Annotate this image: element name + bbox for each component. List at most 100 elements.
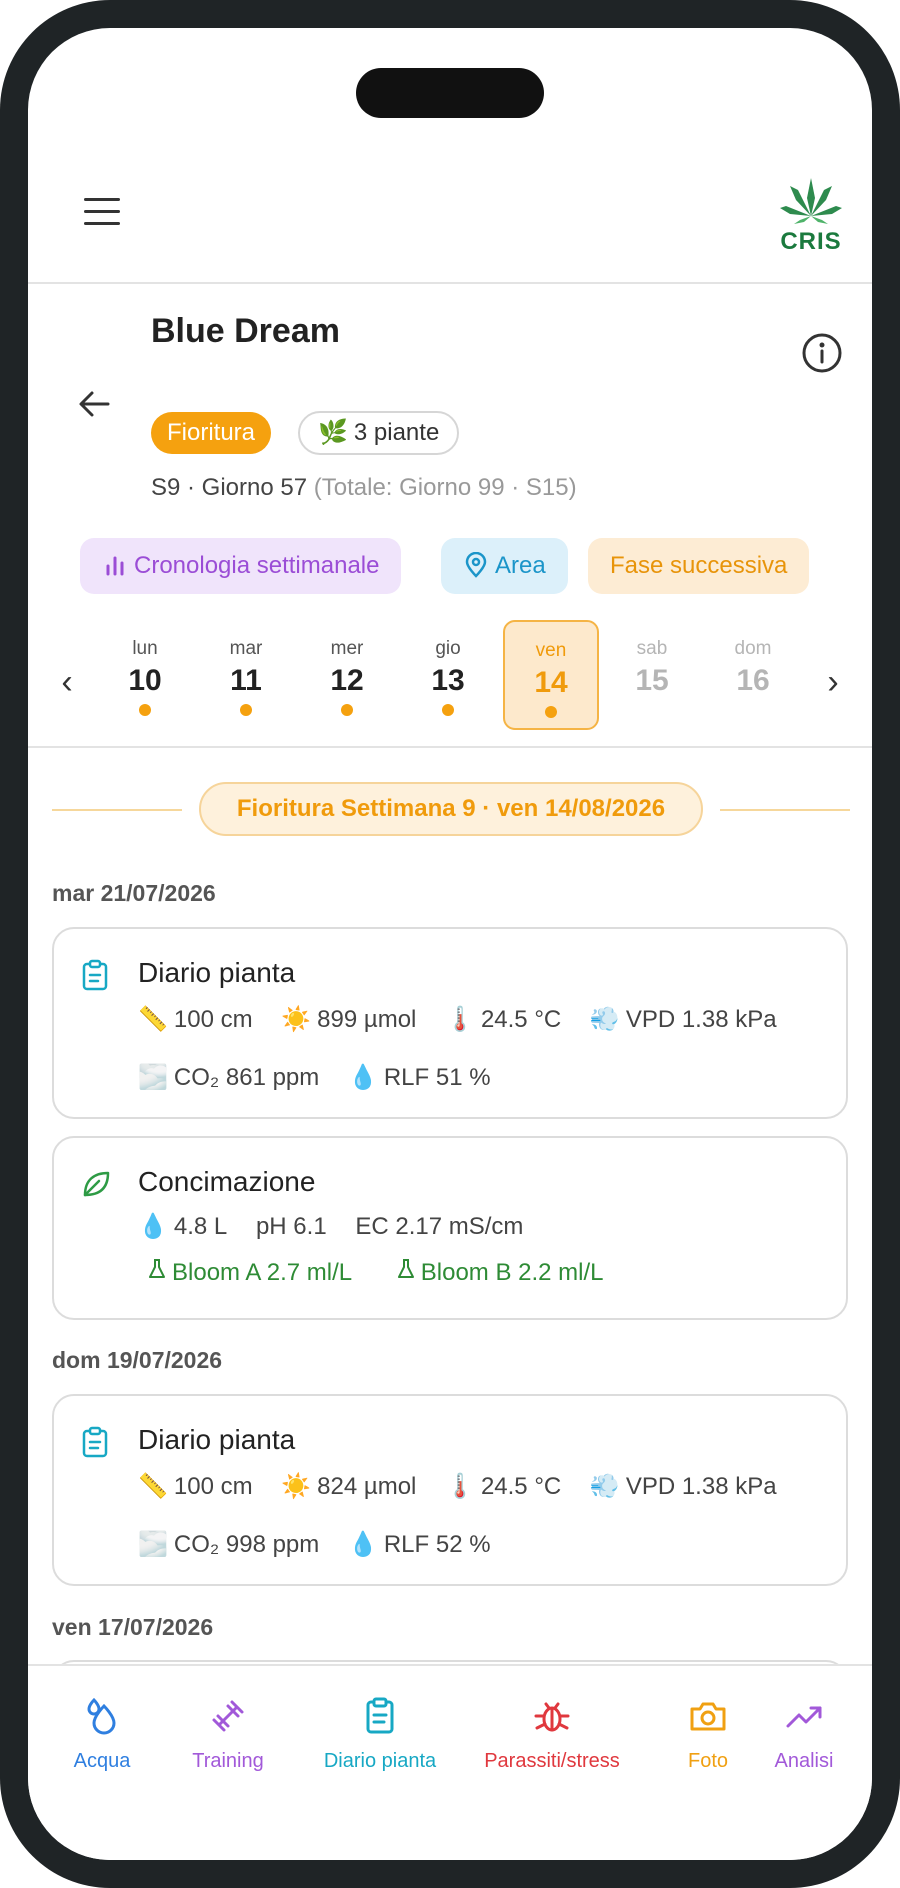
nav-label: Parassiti/stress bbox=[484, 1750, 620, 1772]
fog-icon: 🌫️ bbox=[138, 1064, 168, 1091]
phase-badge: Fioritura bbox=[151, 412, 272, 454]
fertilization-card[interactable]: Concimazione 💧 4.8 L pH 6.1 EC 2.17 mS/cm… bbox=[52, 1136, 848, 1320]
card-title: Diario pianta bbox=[138, 957, 296, 988]
nav-water[interactable]: Acqua bbox=[52, 1696, 152, 1773]
co2-value: CO₂ 861 ppm bbox=[173, 1064, 320, 1091]
nav-photo[interactable]: Foto bbox=[668, 1696, 748, 1773]
nav-analysis[interactable]: Analisi bbox=[754, 1696, 854, 1773]
day-name: sab bbox=[636, 638, 668, 659]
day-fri-selected[interactable]: ven 14 bbox=[503, 620, 599, 730]
water-drops-icon bbox=[87, 1697, 116, 1735]
area-chip-label: Area bbox=[495, 552, 546, 579]
back-arrow-icon[interactable] bbox=[72, 382, 116, 426]
day-thu[interactable]: gio 13 bbox=[400, 620, 496, 730]
nav-training[interactable]: Training bbox=[168, 1696, 288, 1773]
day-number: 16 bbox=[736, 664, 770, 697]
day-name: mer bbox=[330, 638, 364, 659]
metrics-row: 📏 100 cm ☀️ 899 µmol 🌡️ 24.5 °C 💨 VPD 1.38 k… bbox=[138, 1005, 799, 1034]
droplet-icon: 💧 bbox=[347, 1531, 378, 1558]
nav-label: Diario pianta bbox=[323, 1750, 437, 1772]
day-number: 10 bbox=[128, 664, 162, 697]
clipboard-icon bbox=[80, 1426, 110, 1458]
droplet-icon: 💧 bbox=[138, 1213, 168, 1240]
day-name: lun bbox=[132, 638, 158, 659]
nav-label: Foto bbox=[687, 1750, 729, 1772]
cris-logo: CRIS bbox=[778, 176, 844, 255]
divider bbox=[52, 809, 182, 811]
plant-diary-card[interactable]: Diario pianta 📏 100 cm ☀️ 899 µmol 🌡️ 24.5 … bbox=[52, 927, 848, 1119]
day-wed[interactable]: mer 12 bbox=[299, 620, 395, 730]
temperature-value: 24.5 °C bbox=[480, 1006, 562, 1033]
day-name: ven bbox=[535, 640, 567, 661]
nav-plant-diary[interactable]: Diario pianta bbox=[300, 1696, 460, 1773]
location-pin-icon bbox=[465, 551, 487, 578]
hamburger-menu-icon[interactable] bbox=[84, 198, 120, 228]
card-title: Concimazione bbox=[138, 1166, 316, 1197]
dynamic-island bbox=[356, 68, 544, 118]
day-name: mar bbox=[229, 638, 263, 659]
volume-value: 4.8 L bbox=[173, 1213, 228, 1240]
next-phase-chip[interactable]: Fase successiva bbox=[588, 538, 810, 594]
plant-diary-card[interactable]: Diario pianta 📏 100 cm ☀️ 824 µmol 🌡️ 24.5 … bbox=[52, 1394, 848, 1586]
day-tue[interactable]: mar 11 bbox=[198, 620, 294, 730]
timeline-chip-label: Cronologia settimanale bbox=[134, 552, 380, 579]
day-info-total: (Totale: Giorno 99 · S15) bbox=[313, 474, 577, 501]
vpd-value: VPD 1.38 kPa bbox=[625, 1006, 777, 1033]
metrics-row: 🌫️ CO₂ 998 ppm 💧 RLF 52 % bbox=[138, 1530, 513, 1559]
clipboard-icon bbox=[366, 1697, 394, 1734]
nav-label: Training bbox=[192, 1750, 264, 1772]
ec-value: EC 2.17 mS/cm bbox=[355, 1213, 524, 1240]
vpd-value: VPD 1.38 kPa bbox=[625, 1473, 777, 1500]
herb-icon: 🌿 bbox=[318, 419, 348, 446]
ruler-icon: 📏 bbox=[138, 1473, 168, 1500]
timeline-chip[interactable]: Cronologia settimanale bbox=[80, 538, 402, 594]
day-info: S9 · Giorno 57 (Totale: Giorno 99 · S15) bbox=[151, 474, 577, 502]
next-week-arrow[interactable]: › bbox=[818, 662, 848, 702]
phone-frame: CRIS Blue Dream Fioritura 🌿 3 piante S9 ·… bbox=[0, 0, 900, 1888]
date-heading: mar 21/07/2026 bbox=[52, 880, 216, 906]
entry-dot bbox=[442, 704, 454, 716]
top-bar: CRIS bbox=[28, 128, 872, 284]
metrics-row: 🌫️ CO₂ 861 ppm 💧 RLF 51 % bbox=[138, 1063, 513, 1092]
entry-dot bbox=[341, 704, 353, 716]
entry-dot bbox=[240, 704, 252, 716]
day-number: 15 bbox=[635, 664, 669, 697]
camera-icon bbox=[690, 1702, 726, 1731]
area-chip[interactable]: Area bbox=[441, 538, 568, 594]
previous-week-arrow[interactable]: ‹ bbox=[52, 662, 82, 702]
date-heading: dom 19/07/2026 bbox=[52, 1347, 223, 1373]
day-mon[interactable]: lun 10 bbox=[97, 620, 193, 730]
humidity-value: RLF 52 % bbox=[383, 1531, 491, 1558]
thermometer-icon: 🌡️ bbox=[445, 1473, 475, 1500]
wind-icon: 💨 bbox=[589, 1006, 620, 1033]
day-number: 11 bbox=[230, 664, 262, 697]
day-sun[interactable]: dom 16 bbox=[705, 620, 801, 730]
trending-up-icon bbox=[786, 1706, 822, 1728]
day-info-current: S9 · Giorno 57 bbox=[151, 474, 308, 501]
day-sat[interactable]: sab 15 bbox=[604, 620, 700, 730]
co2-value: CO₂ 998 ppm bbox=[173, 1531, 320, 1558]
info-icon[interactable] bbox=[801, 332, 843, 374]
divider bbox=[720, 809, 850, 811]
thermometer-icon: 🌡️ bbox=[445, 1006, 475, 1033]
nav-pests-stress[interactable]: Parassiti/stress bbox=[472, 1696, 632, 1773]
fertilizer-a-value: Bloom A 2.7 ml/L bbox=[172, 1259, 353, 1286]
bottom-nav: Acqua Training Diario pianta Parassiti/s… bbox=[28, 1664, 872, 1860]
clipboard-icon bbox=[80, 959, 110, 991]
day-number: 12 bbox=[330, 664, 364, 697]
metrics-row: 📏 100 cm ☀️ 824 µmol 🌡️ 24.5 °C 💨 VPD 1.38 k… bbox=[138, 1472, 799, 1501]
humidity-value: RLF 51 % bbox=[383, 1064, 491, 1091]
week-banner: Fioritura Settimana 9 · ven 14/08/2026 bbox=[199, 782, 703, 836]
flask-icon bbox=[397, 1259, 414, 1278]
fertilizer-b-value: Bloom B 2.2 ml/L bbox=[420, 1259, 604, 1286]
nav-label: Analisi bbox=[774, 1750, 834, 1772]
nav-label: Acqua bbox=[73, 1750, 131, 1772]
plants-count-badge: 🌿 3 piante bbox=[298, 411, 460, 455]
droplet-icon: 💧 bbox=[347, 1064, 378, 1091]
sun-icon: ☀️ bbox=[281, 1473, 312, 1500]
fertilizer-row: Bloom A 2.7 ml/L Bloom B 2.2 ml/L bbox=[148, 1258, 626, 1287]
day-name: gio bbox=[435, 638, 461, 659]
cannabis-leaf-icon bbox=[780, 178, 842, 224]
date-heading: ven 17/07/2026 bbox=[52, 1614, 214, 1640]
light-value: 824 µmol bbox=[317, 1473, 417, 1500]
